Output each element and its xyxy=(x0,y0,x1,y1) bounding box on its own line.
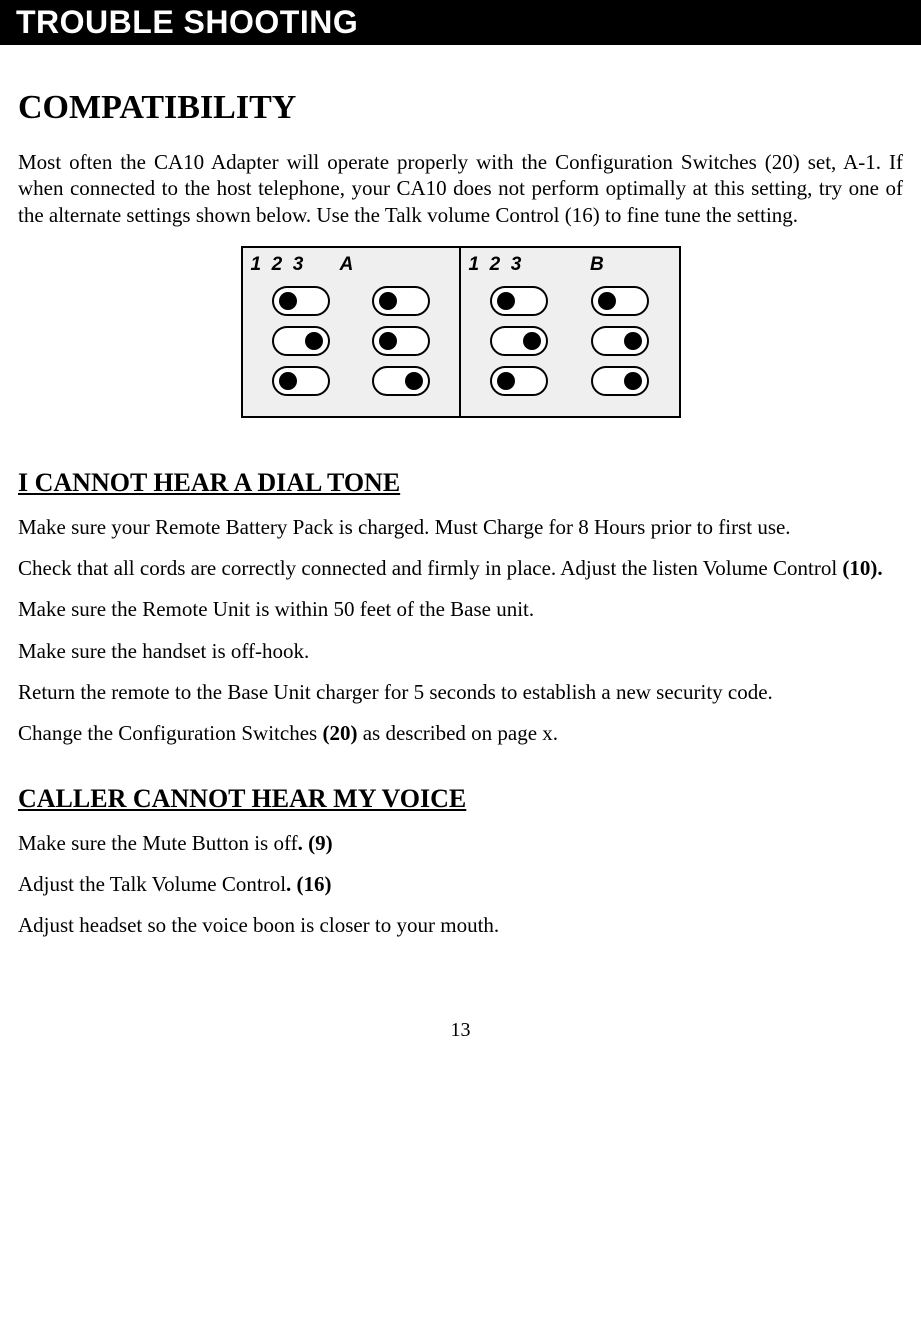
bold-ref: . (9) xyxy=(298,831,333,855)
switch-slot xyxy=(272,326,330,356)
page-number: 13 xyxy=(0,1019,921,1062)
panel-a-rows xyxy=(251,286,451,396)
switch-dot-icon xyxy=(624,332,642,350)
switch-dot-icon xyxy=(497,292,515,310)
panel-a-labels: 1 2 3 A xyxy=(251,254,451,276)
panel-b-rows xyxy=(469,286,671,396)
body-line: Make sure the Mute Button is off. (9) xyxy=(18,830,903,857)
switch-dot-icon xyxy=(598,292,616,310)
switch-diagram: 1 2 3 A 1 2 3 B xyxy=(18,246,903,418)
bold-ref: . (16) xyxy=(286,872,332,896)
switch-dot-icon xyxy=(405,372,423,390)
switch-dot-icon xyxy=(379,292,397,310)
section-title: COMPATIBILITY xyxy=(18,89,903,127)
switch-row xyxy=(251,326,451,356)
bold-ref: (10). xyxy=(842,556,882,580)
switch-row xyxy=(251,286,451,316)
body-line: Make sure your Remote Battery Pack is ch… xyxy=(18,514,903,541)
body-line: Adjust the Talk Volume Control. (16) xyxy=(18,871,903,898)
subheading-dial-tone: I CANNOT HEAR A DIAL TONE xyxy=(18,468,903,498)
intro-paragraph: Most often the CA10 Adapter will operate… xyxy=(18,149,903,228)
subheading-voice: CALLER CANNOT HEAR MY VOICE xyxy=(18,784,903,814)
body-line: Make sure the Remote Unit is within 50 f… xyxy=(18,596,903,623)
switch-dot-icon xyxy=(279,292,297,310)
bold-ref: (20) xyxy=(322,721,357,745)
body-line: Return the remote to the Base Unit charg… xyxy=(18,679,903,706)
body-line: Change the Configuration Switches (20) a… xyxy=(18,720,903,747)
body-line: Check that all cords are correctly conne… xyxy=(18,555,903,582)
switch-slot xyxy=(490,326,548,356)
panel-b-labels: 1 2 3 B xyxy=(469,254,671,276)
switch-dot-icon xyxy=(305,332,323,350)
switch-slot xyxy=(272,286,330,316)
switch-slot xyxy=(591,366,649,396)
switch-dot-icon xyxy=(497,372,515,390)
switch-dot-icon xyxy=(379,332,397,350)
switch-slot xyxy=(490,286,548,316)
switch-slot xyxy=(372,326,430,356)
switch-slot xyxy=(372,286,430,316)
switch-dot-icon xyxy=(523,332,541,350)
switch-row xyxy=(469,326,671,356)
switch-slot xyxy=(272,366,330,396)
voice-body: Make sure the Mute Button is off. (9) Adj… xyxy=(18,830,903,940)
switch-panel-b: 1 2 3 B xyxy=(461,248,679,416)
body-line: Adjust headset so the voice boon is clos… xyxy=(18,912,903,939)
switch-panel-a: 1 2 3 A xyxy=(243,248,461,416)
switch-slot xyxy=(490,366,548,396)
dial-tone-body: Make sure your Remote Battery Pack is ch… xyxy=(18,514,903,748)
switch-row xyxy=(469,366,671,396)
content-area: COMPATIBILITY Most often the CA10 Adapte… xyxy=(0,89,921,939)
switch-slot xyxy=(372,366,430,396)
switch-row xyxy=(251,366,451,396)
header-bar: TROUBLE SHOOTING xyxy=(0,0,921,45)
switch-slot xyxy=(591,286,649,316)
switch-dot-icon xyxy=(279,372,297,390)
switch-dot-icon xyxy=(624,372,642,390)
body-line: Make sure the handset is off-hook. xyxy=(18,638,903,665)
switch-row xyxy=(469,286,671,316)
switch-slot xyxy=(591,326,649,356)
